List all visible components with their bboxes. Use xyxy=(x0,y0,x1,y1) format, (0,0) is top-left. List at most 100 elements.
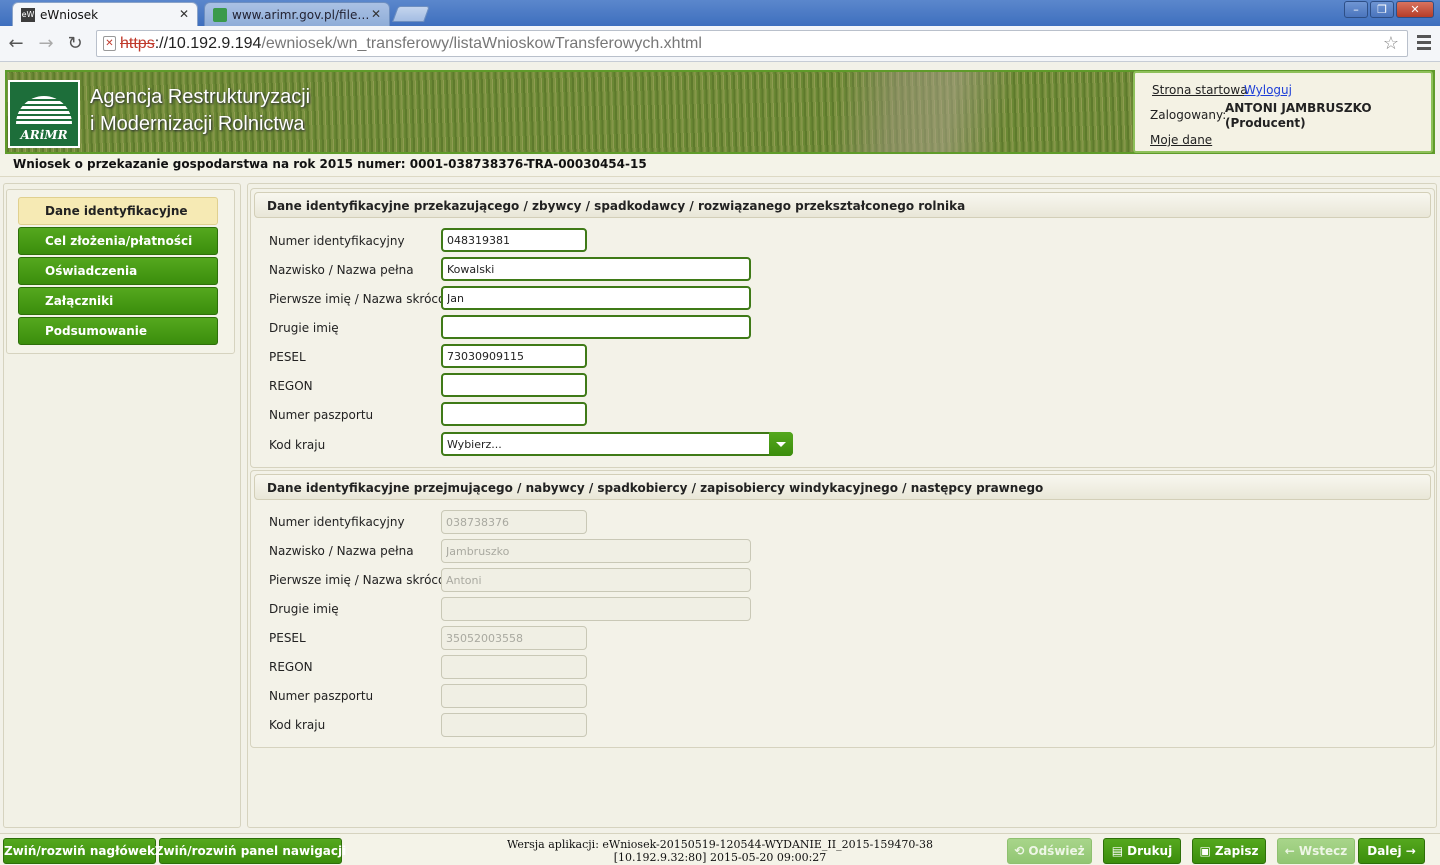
transferee-first-name-input xyxy=(441,568,751,592)
transferee-country-input xyxy=(441,713,587,737)
nav-item-oswiadczenia[interactable]: Oświadczenia xyxy=(18,257,218,285)
user-role: (Producent) xyxy=(1225,116,1306,130)
transferor-regon-input[interactable] xyxy=(441,373,587,397)
transferor-second-name-input[interactable] xyxy=(441,315,751,339)
transferee-pesel-input xyxy=(441,626,587,650)
save-disk-icon: ▣ xyxy=(1199,844,1211,858)
next-label: Dalej xyxy=(1367,844,1402,858)
transferor-passport-label: Numer paszportu xyxy=(269,408,374,422)
transferor-section: Dane identyfikacyjne przekazującego / zb… xyxy=(250,188,1435,468)
transferor-regon-label: REGON xyxy=(269,379,313,393)
transferee-surname-input xyxy=(441,539,751,563)
transferee-passport-input xyxy=(441,684,587,708)
arimr-logo: ARiMR xyxy=(8,80,80,148)
tab-arimr[interactable]: www.arimr.gov.pl/fileadmin/ ✕ xyxy=(204,2,390,26)
my-data-link[interactable]: Moje dane xyxy=(1150,133,1212,147)
nav-item-dane-identyfikacyjne[interactable]: Dane identyfikacyjne xyxy=(18,197,218,225)
transferor-first-name-input[interactable] xyxy=(441,286,751,310)
back-label: Wstecz xyxy=(1298,844,1348,858)
application-title: Wniosek o przekazanie gospodarstwa na ro… xyxy=(0,155,1440,177)
transferee-section-title: Dane identyfikacyjne przejmującego / nab… xyxy=(254,474,1431,500)
start-page-link[interactable]: Strona startowa xyxy=(1152,83,1248,97)
transferor-country-label: Kod kraju xyxy=(269,438,326,452)
tab-ewniosek[interactable]: eW eWniosek ✕ xyxy=(12,2,198,26)
ewniosek-favicon-icon: eW xyxy=(21,7,35,22)
save-label: Zapisz xyxy=(1214,844,1259,858)
save-button[interactable]: ▣ Zapisz xyxy=(1192,838,1266,864)
url-host: ://10.192.9.194 xyxy=(154,34,262,52)
refresh-icon: ⟲ xyxy=(1014,844,1025,858)
browser-toolbar: ← → ↻ ✕ https://10.192.9.194/ewniosek/wn… xyxy=(0,26,1440,62)
forward-arrow-icon[interactable]: → xyxy=(35,32,57,54)
logo-sun-icon xyxy=(16,96,72,124)
browser-tab-bar: eW eWniosek ✕ www.arimr.gov.pl/fileadmin… xyxy=(0,0,1440,26)
transferor-surname-input[interactable] xyxy=(441,257,751,281)
print-button[interactable]: ▤ Drukuj xyxy=(1103,838,1181,864)
server-timestamp: [10.192.9.32:80] 2015-05-20 09:00:27 xyxy=(613,851,827,864)
country-select-value: Wybierz... xyxy=(447,438,502,451)
restore-window-button[interactable]: ❐ xyxy=(1370,1,1394,18)
transferor-country-select[interactable]: Wybierz... xyxy=(441,432,793,456)
next-arrow-icon: → xyxy=(1405,844,1416,858)
tab-title: eWniosek xyxy=(40,7,99,22)
printer-icon: ▤ xyxy=(1111,844,1124,858)
transferee-country-label: Kod kraju xyxy=(269,718,326,732)
logo-text: ARiMR xyxy=(20,128,68,142)
print-label: Drukuj xyxy=(1127,844,1173,858)
transferee-passport-label: Numer paszportu xyxy=(269,689,374,703)
new-tab-button[interactable] xyxy=(392,6,430,22)
menu-icon[interactable] xyxy=(1417,35,1431,53)
transferee-pesel-label: PESEL xyxy=(269,631,306,645)
login-panel: Strona startowa Wyloguj Zalogowany: ANTO… xyxy=(1133,71,1433,153)
back-button[interactable]: ← Wstecz xyxy=(1277,838,1355,864)
close-tab-icon[interactable]: ✕ xyxy=(371,7,381,21)
transferor-second-name-label: Drugie imię xyxy=(269,321,339,335)
transferor-id-label: Numer identyfikacyjny xyxy=(269,234,405,248)
tab-title: www.arimr.gov.pl/fileadmin/ xyxy=(232,7,372,22)
back-arrow-icon[interactable]: ← xyxy=(5,32,27,54)
chevron-down-icon[interactable] xyxy=(769,432,793,456)
next-button[interactable]: Dalej → xyxy=(1358,838,1425,864)
nav-item-podsumowanie[interactable]: Podsumowanie xyxy=(18,317,218,345)
logout-link[interactable]: Wyloguj xyxy=(1244,83,1292,97)
transferee-surname-label: Nazwisko / Nazwa pełna xyxy=(269,544,414,558)
transferee-second-name-label: Drugie imię xyxy=(269,602,339,616)
transferor-passport-input[interactable] xyxy=(441,402,587,426)
transferee-regon-input xyxy=(441,655,587,679)
transferee-second-name-input xyxy=(441,597,751,621)
transferee-id-input xyxy=(441,510,587,534)
toggle-header-button[interactable]: Zwiń/rozwiń nagłówek xyxy=(3,838,156,864)
refresh-label: Odśwież xyxy=(1028,844,1085,858)
minimize-window-button[interactable]: – xyxy=(1344,1,1368,18)
address-bar[interactable]: ✕ https://10.192.9.194/ewniosek/wn_trans… xyxy=(96,30,1408,57)
version-line: Wersja aplikacji: eWniosek-20150519-1205… xyxy=(506,838,934,851)
agency-name-line1: Agencja Restrukturyzacji xyxy=(90,86,311,108)
agency-name: Agencja Restrukturyzacji i Modernizacji … xyxy=(90,84,310,138)
insecure-lock-icon: ✕ xyxy=(103,36,116,51)
nav-item-zalaczniki[interactable]: Załączniki xyxy=(18,287,218,315)
url-path: /ewniosek/wn_transferowy/listaWnioskowTr… xyxy=(261,34,702,52)
close-window-button[interactable]: ✕ xyxy=(1396,1,1434,18)
close-tab-icon[interactable]: ✕ xyxy=(179,7,189,21)
toggle-nav-panel-button[interactable]: Zwiń/rozwiń panel nawigacji xyxy=(155,838,346,864)
transferee-section: Dane identyfikacyjne przejmującego / nab… xyxy=(250,470,1435,748)
transferor-first-name-label: Pierwsze imię / Nazwa skrócona xyxy=(269,292,461,306)
transferor-pesel-input[interactable] xyxy=(441,344,587,368)
transferee-id-label: Numer identyfikacyjny xyxy=(269,515,405,529)
transferee-regon-label: REGON xyxy=(269,660,313,674)
refresh-button[interactable]: ⟲ Odśwież xyxy=(1007,838,1092,864)
reload-icon[interactable]: ↻ xyxy=(64,32,86,54)
user-name: ANTONI JAMBRUSZKO xyxy=(1225,101,1372,115)
app-version: Wersja aplikacji: eWniosek-20150519-1205… xyxy=(470,838,970,864)
transferor-id-input[interactable] xyxy=(441,228,587,252)
bookmark-star-icon[interactable]: ☆ xyxy=(1383,33,1399,54)
agency-name-line2: i Modernizacji Rolnictwa xyxy=(90,113,305,135)
transferor-section-title: Dane identyfikacyjne przekazującego / zb… xyxy=(254,192,1431,218)
logged-in-label: Zalogowany: xyxy=(1150,108,1227,122)
nav-item-cel-zlozenia[interactable]: Cel złożenia/płatności xyxy=(18,227,218,255)
transferee-first-name-label: Pierwsze imię / Nazwa skrócona xyxy=(269,573,461,587)
back-arrow-icon: ← xyxy=(1284,844,1295,858)
arimr-favicon-icon xyxy=(213,7,227,22)
url-scheme: https xyxy=(120,34,155,52)
transferor-surname-label: Nazwisko / Nazwa pełna xyxy=(269,263,414,277)
